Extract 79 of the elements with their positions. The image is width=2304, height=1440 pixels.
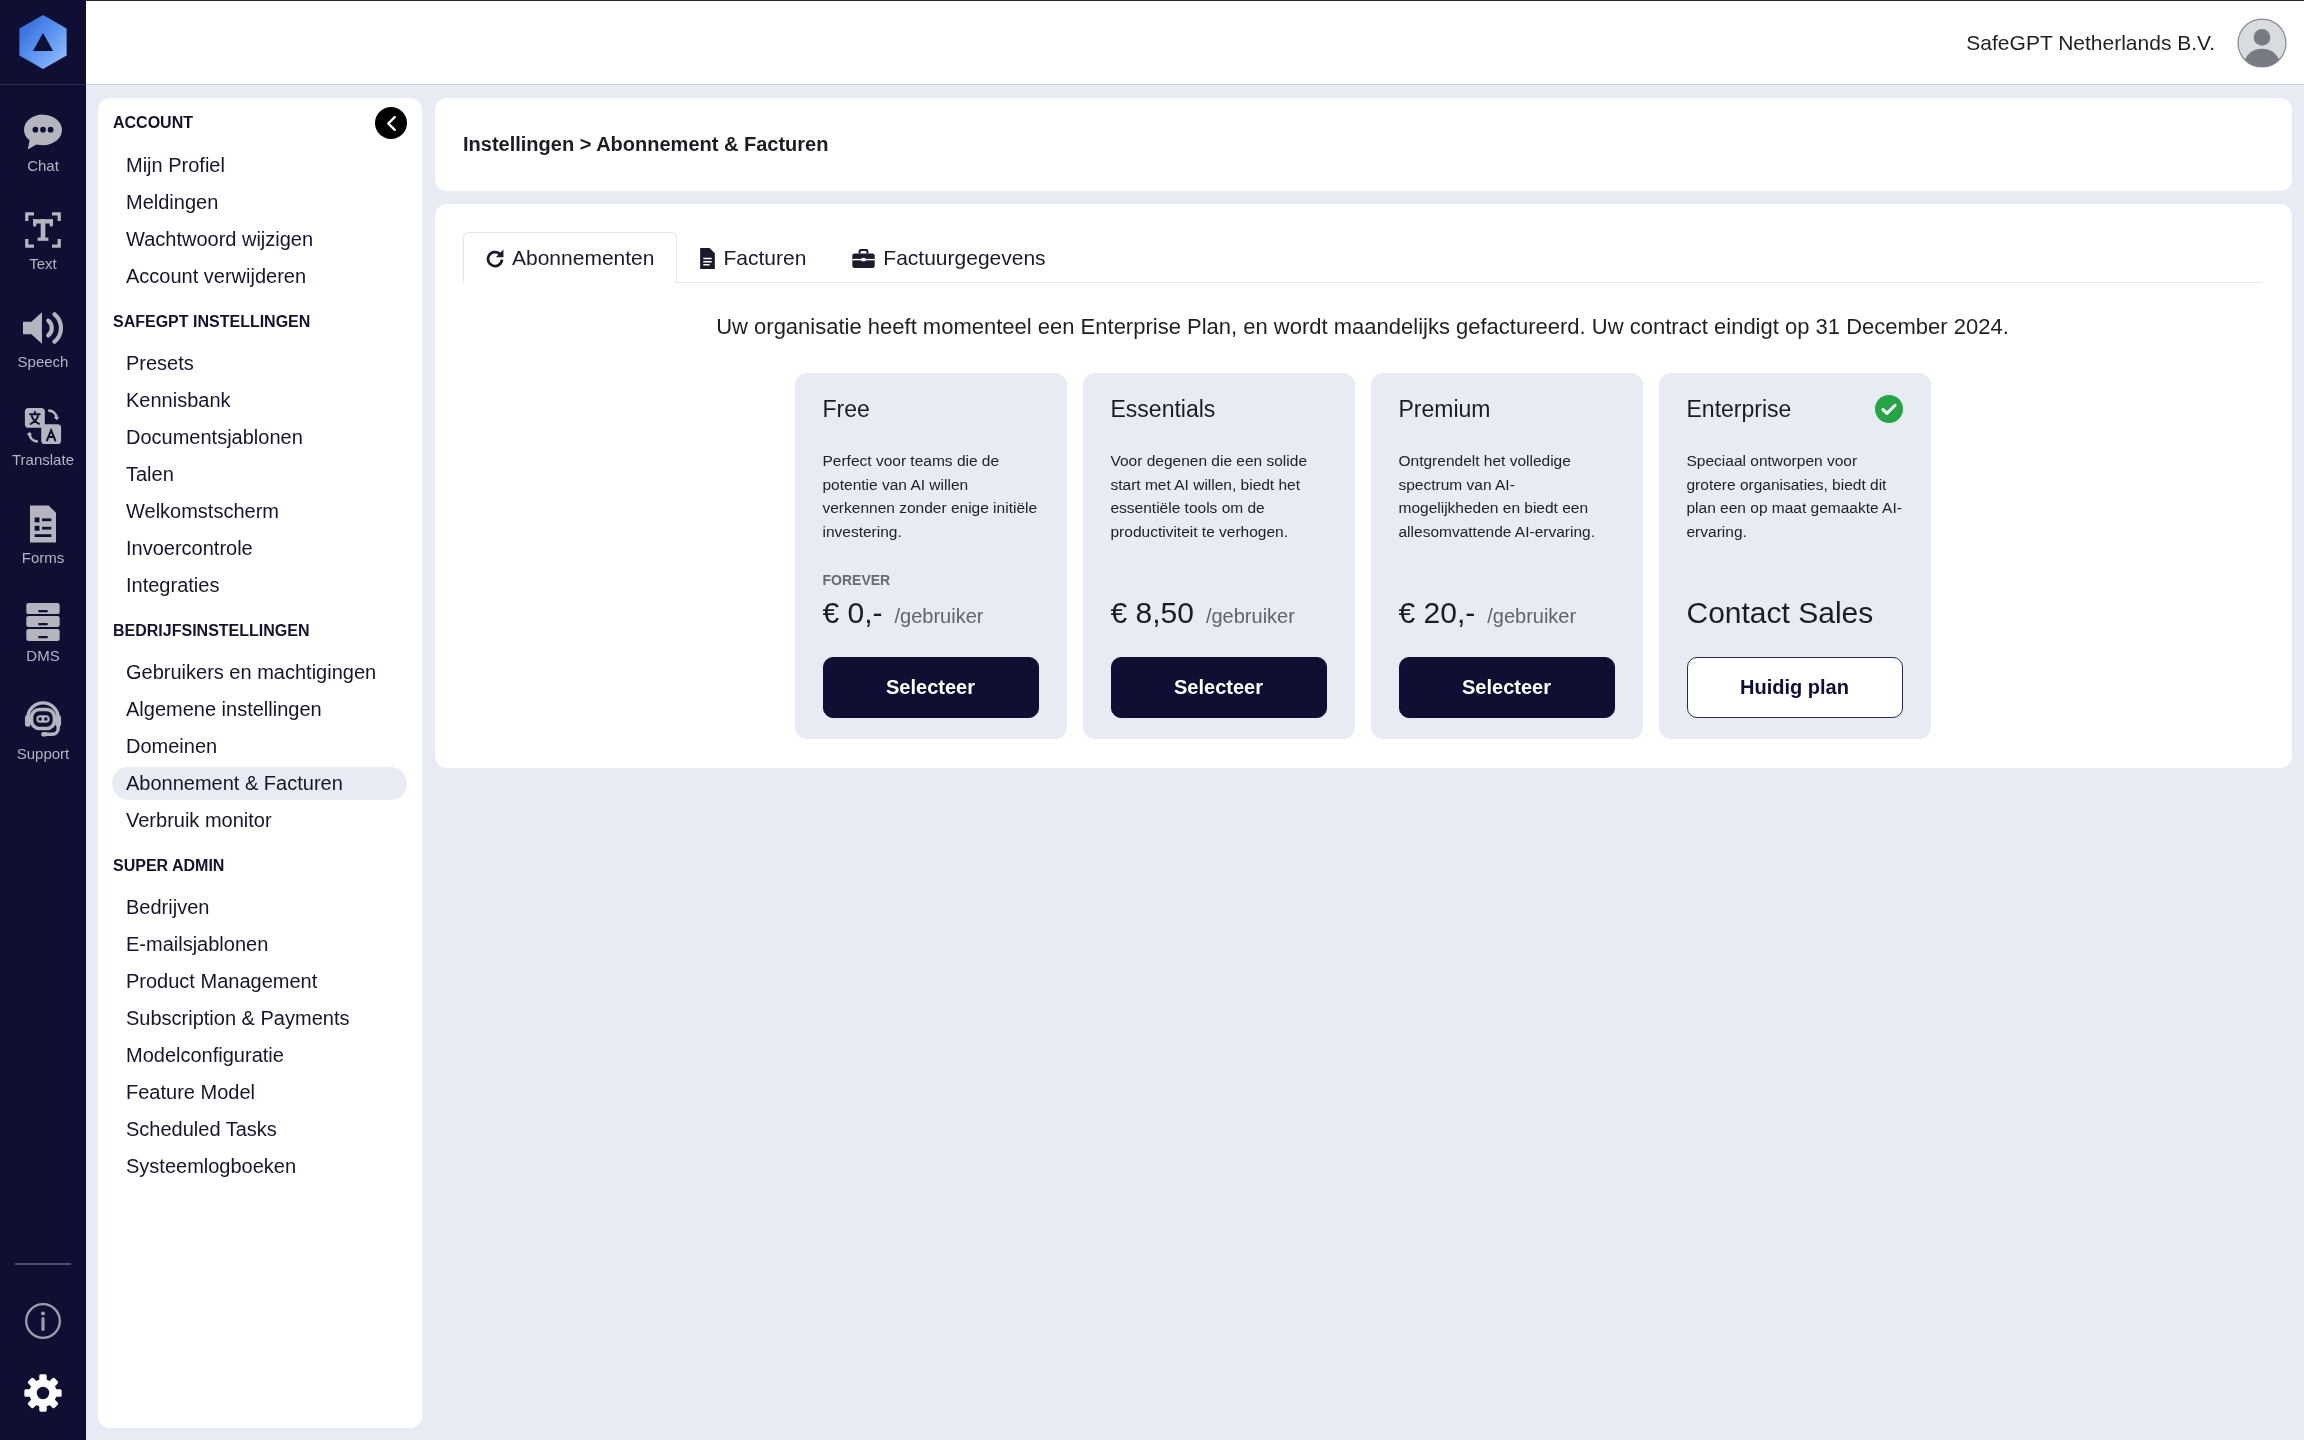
sidebar-item[interactable]: Gebruikers en machtigingen	[112, 656, 407, 689]
plan-price: € 20,-	[1398, 595, 1476, 631]
avatar-icon[interactable]	[2237, 17, 2287, 68]
price-unit: /gebruiker	[1205, 605, 1295, 628]
plan-description: Speciaal ontworpen voor grotere organisaties, biedt dit plan een op maat gemaakte AI-ervaring.	[1686, 451, 1903, 542]
nav-rail-item[interactable]: DMS	[0, 585, 86, 683]
nav-rail-item[interactable]: Chat	[0, 95, 86, 193]
company-name: SafeGPT Netherlands B.V.	[1966, 30, 2215, 55]
sidebar-item[interactable]: Scheduled Tasks	[112, 1113, 407, 1146]
chat-bubble-icon	[24, 113, 62, 151]
sidebar-item[interactable]: Invoercontrole	[112, 532, 407, 565]
plan-price: € 0,-	[822, 595, 883, 631]
nav-rail-item[interactable]: Text	[0, 193, 86, 291]
info-button[interactable]	[25, 1303, 61, 1339]
plan-notice: Uw organisatie heeft momenteel een Enterprise Plan, en wordt maandelijks gefactureerd. Uw contract eindigt op 31 December 2024.	[715, 313, 2010, 341]
info-icon	[25, 1303, 61, 1339]
sidebar-item[interactable]: Bedrijven	[112, 891, 407, 924]
section-heading: BEDRIJFSINSTELLINGEN	[112, 622, 310, 640]
sidebar-item[interactable]: Talen	[112, 458, 407, 491]
select-button[interactable]: Selecteer	[822, 657, 1039, 718]
sidebar-item[interactable]: Subscription & Payments	[112, 1002, 407, 1035]
plan-name: Essentials	[1110, 395, 1216, 423]
sidebar-item[interactable]: E-mailsjablonen	[112, 928, 407, 961]
document-icon	[700, 247, 716, 269]
price-unit: /gebruiker	[1487, 605, 1577, 628]
sidebar-item[interactable]: Account verwijderen	[112, 260, 407, 293]
plan-name: Premium	[1398, 395, 1491, 423]
nav-rail-item[interactable]: Support	[0, 683, 86, 781]
plan-name: Enterprise	[1686, 395, 1792, 423]
sidebar-item[interactable]: Welkomstscherm	[112, 495, 407, 528]
sidebar-item[interactable]: Documentsjablonen	[112, 421, 407, 454]
app-logo	[19, 15, 67, 69]
sidebar-item[interactable]: Abonnement & Facturen	[112, 767, 407, 800]
section-heading: SAFEGPT INSTELLINGEN	[112, 313, 311, 331]
briefcase-icon	[852, 248, 876, 268]
plan-description: Perfect voor teams die de potentie van AI willen verkennen zonder enige initiële investering.	[822, 451, 1039, 542]
tab[interactable]: Abonnementen	[463, 232, 678, 283]
section-heading: SUPER ADMIN	[112, 857, 225, 875]
sidebar-item[interactable]: Feature Model	[112, 1076, 407, 1109]
collapse-button[interactable]	[375, 107, 407, 139]
sidebar-item[interactable]: Mijn Profiel	[112, 149, 407, 182]
tab[interactable]: Factuurgegevens	[829, 232, 1069, 283]
refresh-icon	[486, 248, 504, 268]
price-unit: /gebruiker	[894, 605, 984, 628]
sidebar-item[interactable]: Verbruik monitor	[112, 804, 407, 837]
nav-rail-item[interactable]: Forms	[0, 487, 86, 585]
select-button[interactable]: Selecteer	[1398, 657, 1615, 718]
current-plan-button[interactable]: Huidig plan	[1686, 657, 1903, 718]
nav-rail-item[interactable]: Speech	[0, 291, 86, 389]
tab[interactable]: Facturen	[677, 232, 830, 283]
billing-period: FOREVER	[822, 571, 892, 590]
sidebar-item[interactable]: Wachtwoord wijzigen	[112, 223, 407, 256]
sidebar-item[interactable]: Presets	[112, 347, 407, 380]
plan-price: Contact Sales	[1686, 595, 1874, 631]
section-heading: ACCOUNT	[112, 114, 193, 132]
settings-button[interactable]	[24, 1374, 62, 1412]
sidebar-item[interactable]: Product Management	[112, 965, 407, 998]
sidebar-item[interactable]: Domeinen	[112, 730, 407, 763]
sidebar-item[interactable]: Systeemlogboeken	[112, 1150, 407, 1183]
plan-description: Voor degenen die een solide start met AI willen, biedt het essentiële tools om de productiviteit te verhogen.	[1110, 451, 1308, 542]
sidebar-item[interactable]: Integraties	[112, 569, 407, 602]
translate-icon	[24, 407, 62, 445]
speaker-icon	[23, 309, 63, 347]
document-list-icon	[30, 505, 56, 543]
drawers-icon	[25, 603, 61, 641]
text-frame-icon	[25, 211, 61, 249]
sidebar-item[interactable]: Modelconfiguratie	[112, 1039, 407, 1072]
settings-icon	[24, 1374, 62, 1412]
chevron-left-icon	[386, 115, 396, 131]
plan-name: Free	[822, 395, 870, 423]
plan-price: € 8,50	[1110, 595, 1194, 631]
sidebar-item[interactable]: Kennisbank	[112, 384, 407, 417]
plan-description: Ontgrendelt het volledige spectrum van AI-mogelijkheden en biedt een allesomvattende AI-ervaring.	[1398, 451, 1596, 542]
sidebar-item[interactable]: Algemene instellingen	[112, 693, 407, 726]
sidebar-item[interactable]: Meldingen	[112, 186, 407, 219]
robot-headset-icon	[24, 701, 62, 739]
select-button[interactable]: Selecteer	[1110, 657, 1327, 718]
breadcrumb: Instellingen > Abonnement & Facturen	[463, 133, 829, 156]
nav-rail-item[interactable]: Translate	[0, 389, 86, 487]
